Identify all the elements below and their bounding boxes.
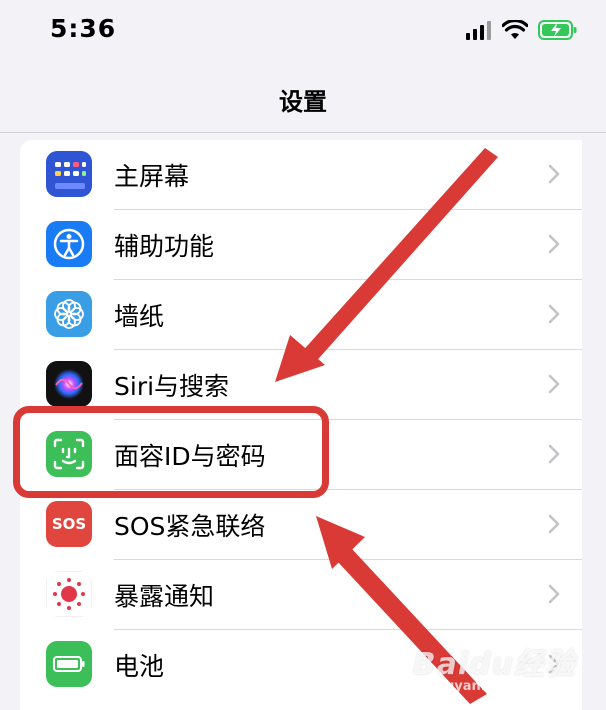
arrow-down-left — [275, 148, 498, 382]
baidu-watermark: Baidu经验 jingyan.baidu.com — [413, 639, 576, 694]
watermark-text: Baidu经验 — [412, 647, 576, 682]
annotation-arrows — [275, 148, 498, 704]
watermark-url: jingyan.baidu.com — [426, 679, 562, 694]
